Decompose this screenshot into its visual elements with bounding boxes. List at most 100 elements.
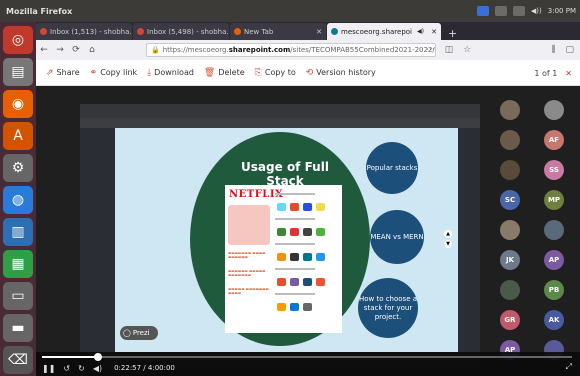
avatar [500, 100, 520, 120]
copy-to-label: Copy to [264, 68, 296, 77]
launcher: ◎ ▤ ◉ A ⚙ ◍ ▥ ▦ ▭ ▬ ⌫ [0, 22, 36, 376]
sidebar-icon[interactable]: ▢ [565, 45, 574, 55]
fullscreen-icon[interactable]: ⤢ [566, 362, 572, 372]
close-tab-icon[interactable]: ✕ [316, 28, 322, 36]
participant-tile[interactable] [488, 96, 532, 130]
home-icon[interactable]: ⌂ [84, 45, 100, 55]
mongo-icon [316, 228, 325, 236]
new-tab-button[interactable]: + [442, 27, 463, 40]
participants-panel: AF SS SC MP JK AP PB GR AK AP [488, 96, 576, 372]
gmail-icon [137, 28, 144, 35]
trash-icon[interactable]: ⌫ [3, 346, 33, 374]
participant-tile[interactable] [532, 96, 576, 130]
system-tray: ◀)) 3:00 PM [476, 0, 576, 22]
impress-icon[interactable]: ▭ [3, 282, 33, 310]
bubble-popular-stacks[interactable]: Popular stacks [366, 142, 418, 194]
software-center-icon[interactable]: A [3, 122, 33, 150]
aws-icon [277, 303, 286, 311]
bubble-label: How to choose a stack for your project. [358, 294, 418, 321]
volume-icon[interactable]: ◀) [93, 364, 102, 373]
participant-tile[interactable]: AP [532, 246, 576, 280]
download-button[interactable]: ⤓ Download [147, 68, 194, 78]
step-marker[interactable]: ▼ [444, 240, 452, 248]
tab-label: Inbox (1,513) - shobha.s [50, 27, 132, 36]
inner-browser-tabs [80, 104, 480, 118]
close-viewer-button[interactable]: ✕ [565, 69, 572, 78]
bubble-label: Popular stacks [366, 163, 418, 172]
page-actions-button[interactable]: ··· [426, 45, 435, 55]
seek-bar[interactable] [42, 353, 572, 361]
copy-link-button[interactable]: ⚭ Copy link [90, 68, 138, 78]
pager: 1 of 1 ✕ [534, 60, 572, 86]
participant-tile[interactable] [532, 216, 576, 250]
bubble-mean-vs-mern[interactable]: MEAN vs MERN [370, 210, 424, 264]
participant-tile[interactable]: SS [532, 156, 576, 190]
bubble-choose-stack[interactable]: How to choose a stack for your project. [358, 278, 418, 338]
html-icon [290, 203, 299, 211]
version-history-button[interactable]: ⟲ Version history [306, 68, 376, 78]
git-icon [316, 278, 325, 286]
tab-new[interactable]: New Tab ✕ [230, 23, 326, 40]
avatar [500, 130, 520, 150]
library-icon[interactable]: ⫼ [551, 45, 555, 55]
participant-tile[interactable]: PB [532, 276, 576, 310]
node-icon [277, 228, 286, 236]
participant-tile[interactable] [488, 216, 532, 250]
participant-tile[interactable]: AK [532, 306, 576, 340]
chrome-icon[interactable]: ◍ [3, 186, 33, 214]
firefox-icon [234, 28, 241, 35]
participant-tile[interactable]: GR [488, 306, 532, 340]
tab-inbox-2[interactable]: Inbox (5,498) - shobha.s ✕ [133, 23, 229, 40]
card-text-1: ▬▬▬▬▬▬▬ ▬▬▬▬ ▬▬▬▬▬▬ [228, 251, 266, 259]
network-icon[interactable] [494, 6, 507, 16]
forward-icon[interactable]: → [52, 45, 68, 55]
calc-icon[interactable]: ▦ [3, 250, 33, 278]
participant-tile[interactable]: MP [532, 186, 576, 220]
pocket-icon[interactable]: ◫ [445, 45, 454, 55]
skip-forward-icon[interactable]: ↻ [78, 364, 85, 373]
skip-back-icon[interactable]: ↺ [63, 364, 70, 373]
card-text-3: ▬▬▬▬▬ ▬▬▬▬▬▬▬ ▬▬▬▬ [228, 287, 269, 295]
files-icon[interactable]: ▤ [3, 58, 33, 86]
url-bar[interactable]: 🔒 https://mescoeorg. sharepoint.com/sites… [146, 43, 436, 57]
participant-tile[interactable]: SC [488, 186, 532, 220]
tool-icon [277, 278, 286, 286]
bubble-label: MEAN vs MERN [370, 232, 424, 241]
download-icon: ⤓ [147, 67, 152, 78]
lock-icon: 🔒 [151, 46, 160, 54]
video-player-bar: ❚❚ ↺ ↻ ◀) 0:22:57 / 4:00:00 ⤢ [36, 352, 580, 376]
tab-inbox-1[interactable]: Inbox (1,513) - shobha.s ✕ [36, 23, 132, 40]
keyboard-icon[interactable] [512, 6, 525, 16]
copy-to-button[interactable]: ⎘ Copy to [255, 68, 296, 78]
step-marker[interactable]: ▲ [444, 230, 452, 238]
participant-tile[interactable]: JK [488, 246, 532, 280]
prezi-badge[interactable]: ◯ Prezi [120, 326, 158, 340]
close-tab-icon[interactable]: ✕ [431, 28, 437, 36]
delete-button[interactable]: 🗑 Delete [204, 68, 245, 78]
seek-handle[interactable] [93, 353, 102, 361]
ubuntu-dash-icon[interactable]: ◎ [3, 26, 33, 54]
window-title: Mozilla Firefox [6, 6, 73, 16]
audio-icon[interactable]: ◀) [417, 28, 424, 35]
angular-icon [290, 228, 299, 236]
writer-icon[interactable]: ▥ [3, 218, 33, 246]
volume-icon[interactable]: ◀)) [531, 7, 542, 15]
reload-icon[interactable]: ⟳ [68, 45, 84, 55]
back-icon[interactable]: ← [36, 45, 52, 55]
avatar [500, 280, 520, 300]
participant-tile[interactable]: AF [532, 126, 576, 160]
version-history-label: Version history [316, 68, 376, 77]
participant-tile[interactable] [488, 156, 532, 190]
pause-icon[interactable]: ❚❚ [42, 364, 55, 373]
participant-tile[interactable] [488, 276, 532, 310]
settings-icon[interactable]: ⚙ [3, 154, 33, 182]
participant-tile[interactable] [488, 126, 532, 160]
sharepoint-icon [331, 28, 338, 35]
dropbox-icon[interactable] [476, 6, 489, 16]
tray-icon[interactable]: ▬ [3, 314, 33, 342]
firefox-icon[interactable]: ◉ [3, 90, 33, 118]
bookmark-icon[interactable]: ☆ [463, 45, 471, 55]
clock[interactable]: 3:00 PM [548, 7, 576, 15]
tab-sharepoint[interactable]: mescoeorg.sharepoi ◀) ✕ [327, 23, 441, 40]
share-button[interactable]: ⇗ Share [46, 68, 80, 78]
